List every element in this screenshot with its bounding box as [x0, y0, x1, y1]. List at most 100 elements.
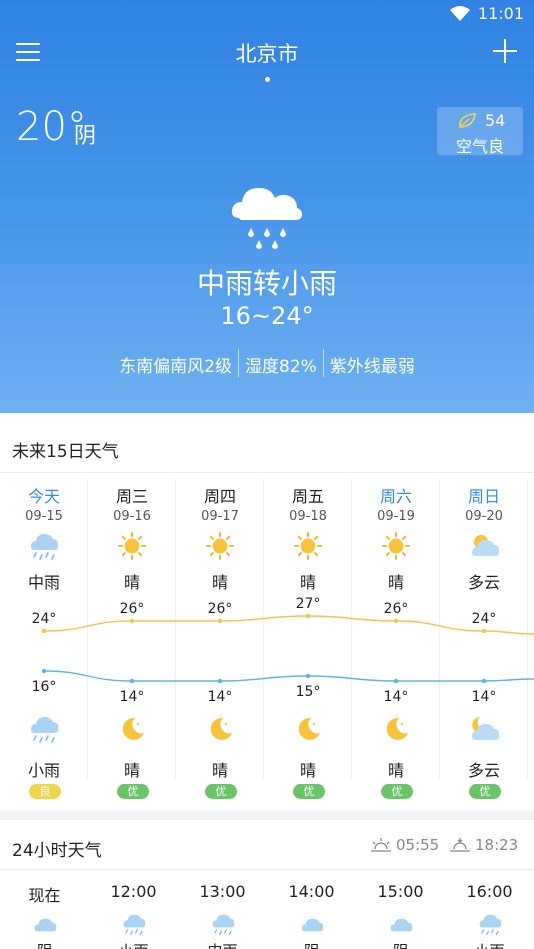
air-quality-badge: 优	[293, 784, 325, 799]
hourly-column: 13:00 中雨	[178, 870, 267, 949]
hourly-column: 14:00 阴	[267, 870, 356, 949]
air-quality-badge: 优	[469, 784, 501, 799]
forecast-day-column[interactable]: 周四 09-17 晴晴优	[176, 473, 264, 810]
wifi-icon	[449, 5, 470, 21]
moon-icon	[205, 715, 235, 743]
night-condition: 晴	[299, 761, 316, 780]
cloud-icon	[389, 913, 413, 935]
forecast-24h-title: 24小时天气	[12, 841, 102, 861]
hourly-column: 15:00 阴	[356, 870, 445, 949]
hour-condition: 中雨	[178, 940, 267, 949]
hour-condition: 阴	[0, 940, 89, 949]
moon-icon	[381, 715, 411, 743]
day-condition: 晴	[299, 573, 316, 592]
air-quality-badge: 优	[205, 784, 237, 799]
day-date: 09-20	[465, 509, 503, 524]
weather-header: 11:01 北京市 20° 阴 54 空气良 中雨转小雨 16~24° 东南偏南…	[0, 0, 534, 413]
hour-condition: 阴	[267, 940, 356, 949]
day-date: 09-16	[113, 509, 151, 524]
day-date: 09-19	[377, 509, 415, 524]
uv-info: 紫外线最弱	[329, 357, 415, 377]
city-title[interactable]: 北京市	[0, 38, 534, 68]
aqi-label: 空气良	[455, 137, 504, 156]
hour-time: 15:00	[377, 882, 424, 901]
night-condition: 晴	[387, 761, 404, 780]
night-condition: 小雨	[27, 761, 60, 780]
day-condition: 晴	[211, 573, 228, 592]
hour-time: 14:00	[288, 882, 335, 901]
cloud-icon	[300, 913, 324, 935]
rain-cloud-icon	[122, 913, 146, 936]
day-condition: 晴	[387, 573, 404, 592]
forecast-day-column[interactable]: 周日 09-20 多云 多云优	[440, 473, 528, 810]
day-date: 09-17	[201, 509, 239, 524]
rain-cloud-icon	[29, 715, 59, 743]
sunrise-icon	[371, 838, 391, 852]
rain-cloud-icon	[231, 188, 303, 249]
air-quality-badge: 良	[29, 784, 61, 799]
air-quality-badge: 优	[117, 784, 149, 799]
leaf-icon	[459, 113, 476, 128]
moon-icon	[117, 715, 147, 743]
sun-icon	[117, 532, 147, 560]
sunrise-info: 05:55	[370, 836, 439, 854]
add-city-icon[interactable]	[492, 38, 518, 64]
day-date: 09-18	[289, 509, 327, 524]
aqi-badge[interactable]: 54 空气良	[437, 107, 523, 156]
wind-info: 东南偏南风2级	[119, 357, 233, 377]
day-condition: 晴	[123, 573, 140, 592]
hourly-column: 现在阴	[0, 870, 89, 949]
hour-time: 13:00	[199, 882, 246, 901]
sun-icon	[205, 532, 235, 560]
current-condition: 阴	[74, 124, 97, 149]
air-quality-badge: 优	[381, 784, 413, 799]
hour-condition: 阴	[356, 940, 445, 949]
moon-icon	[293, 715, 323, 743]
sunrise-time: 05:55	[396, 836, 440, 854]
forecast-15day-card: 未来15日天气 今天 09-15 中雨 小雨良周三 09-16 晴晴优周四 09-17 晴晴优…	[0, 413, 534, 810]
weather-description: 中雨转小雨	[196, 267, 337, 300]
day-name: 周三	[115, 487, 148, 506]
status-bar: 11:01	[449, 4, 524, 23]
day-condition: 多云	[467, 573, 500, 592]
hour-condition: 小雨	[445, 940, 534, 949]
day-name: 周六	[379, 487, 412, 506]
partly-cloudy-icon	[469, 532, 500, 560]
night-condition: 晴	[211, 761, 228, 780]
day-date: 09-15	[25, 509, 63, 524]
night-condition: 多云	[467, 761, 500, 780]
page-indicator	[265, 77, 270, 82]
forecast-15day-title[interactable]: 未来15日天气	[12, 437, 119, 462]
sunset-time: 18:23	[475, 836, 519, 854]
hour-time: 现在	[28, 886, 61, 905]
day-condition: 中雨	[27, 573, 60, 592]
forecast-day-column[interactable]: 周三 09-16 晴晴优	[88, 473, 176, 810]
forecast-24h-card: 24小时天气 05:55 18:23 现在阴12:00小雨13:00中雨14:0…	[0, 820, 534, 949]
rain-cloud-icon	[29, 532, 59, 560]
day-name: 今天	[27, 487, 60, 506]
hour-time: 16:00	[466, 882, 513, 901]
sun-icon	[381, 532, 411, 560]
aqi-value: 54	[485, 111, 506, 130]
day-name: 周四	[203, 487, 236, 506]
hour-condition: 小雨	[89, 940, 178, 949]
temperature-range: 16~24°	[220, 302, 314, 330]
night-condition: 晴	[123, 761, 140, 780]
forecast-day-column[interactable]: 周六 09-19 晴晴优	[352, 473, 440, 810]
partly-cloudy-night-icon	[469, 715, 500, 743]
day-name: 周日	[467, 487, 500, 506]
hourly-column: 16:00 小雨	[445, 870, 534, 949]
sunset-icon	[450, 838, 470, 852]
forecast-day-column[interactable]: 今天 09-15 中雨小雨良	[0, 473, 88, 810]
day-name: 周五	[291, 487, 324, 506]
sunset-info: 18:23	[449, 836, 518, 854]
hourly-column: 12:00 小雨	[89, 870, 178, 949]
status-time: 11:01	[477, 4, 524, 23]
humidity-info: 湿度82%	[245, 357, 317, 377]
cloud-icon	[33, 913, 57, 935]
rain-cloud-icon	[211, 913, 235, 936]
weather-details: 东南偏南风2级 湿度82% 紫外线最弱	[0, 349, 534, 377]
rain-cloud-icon	[478, 913, 502, 936]
divider	[527, 479, 528, 779]
forecast-day-column[interactable]: 周五 09-18 晴晴优	[264, 473, 352, 810]
